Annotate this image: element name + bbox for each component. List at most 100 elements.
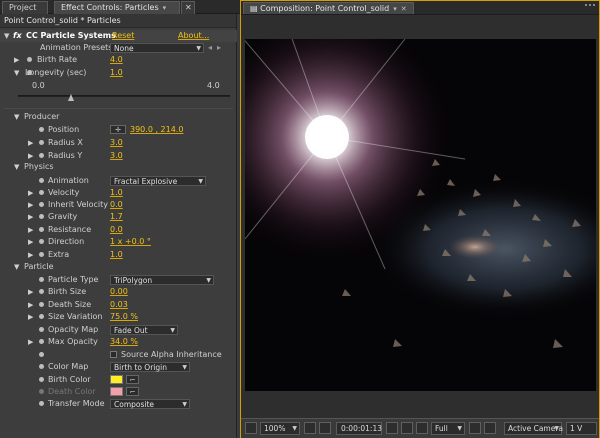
close-icon[interactable]: ✕ xyxy=(181,1,195,14)
longevity-slider[interactable] xyxy=(18,95,230,97)
transfer-mode-dropdown[interactable]: Composite ▼ xyxy=(110,399,190,409)
crosshair-icon[interactable]: ✛ xyxy=(110,125,126,134)
longevity-value[interactable]: 1.0 xyxy=(110,67,123,79)
stopwatch-icon[interactable] xyxy=(39,140,44,145)
expand-triangle-icon[interactable]: ▶ xyxy=(28,199,33,211)
fx-icon[interactable]: fx xyxy=(13,30,22,42)
expand-triangle-icon[interactable]: ▶ xyxy=(28,211,33,223)
show-snapshot-icon[interactable] xyxy=(401,422,413,434)
timecode-field[interactable]: 0:00:01:13 xyxy=(336,422,382,435)
safe-zones-icon[interactable] xyxy=(304,422,316,434)
color-map-dropdown[interactable]: Birth to Origin ▼ xyxy=(110,362,190,372)
composition-viewer[interactable] xyxy=(245,39,596,391)
stopwatch-icon[interactable] xyxy=(39,389,44,394)
reset-link[interactable]: Reset xyxy=(112,30,134,42)
expand-triangle-icon[interactable]: ▶ xyxy=(28,299,33,311)
expand-triangle-icon[interactable]: ▶ xyxy=(28,286,33,298)
tab-menu-icon[interactable]: ▾ xyxy=(163,2,167,14)
size-variation-value[interactable]: 75.0 % xyxy=(110,311,138,323)
always-preview-icon[interactable] xyxy=(245,422,257,434)
stopwatch-icon[interactable] xyxy=(39,289,44,294)
inherit-velocity-value[interactable]: 0.0 xyxy=(110,199,123,211)
stopwatch-icon[interactable] xyxy=(39,178,44,183)
tab-project[interactable]: Project xyxy=(2,1,48,14)
collapse-triangle-icon[interactable]: ▼ xyxy=(14,111,19,123)
stopwatch-icon[interactable] xyxy=(39,277,44,282)
eyedropper-icon[interactable]: ⌐ xyxy=(126,375,139,384)
birth-rate-value[interactable]: 4.0 xyxy=(110,54,123,66)
expand-triangle-icon[interactable]: ▶ xyxy=(28,336,33,348)
direction-value[interactable]: 1 x +0.0 ° xyxy=(110,236,151,248)
tab-menu-icon[interactable]: ▾ xyxy=(393,4,397,15)
lock-icon[interactable]: ▤ xyxy=(250,4,258,13)
region-of-interest-icon[interactable] xyxy=(469,422,481,434)
stopwatch-icon[interactable] xyxy=(39,302,44,307)
stopwatch-icon[interactable] xyxy=(39,352,44,357)
death-size-value[interactable]: 0.03 xyxy=(110,299,128,311)
producer-label: Producer xyxy=(24,112,60,121)
collapse-triangle-icon[interactable]: ▼ xyxy=(14,67,19,79)
velocity-value[interactable]: 1.0 xyxy=(110,187,123,199)
color-channels-icon[interactable] xyxy=(416,422,428,434)
stopwatch-icon[interactable] xyxy=(39,202,44,207)
particle-type-dropdown[interactable]: TriPolygon ▼ xyxy=(110,275,214,285)
prev-preset-icon[interactable]: ◂ xyxy=(208,42,212,54)
expand-triangle-icon[interactable]: ▶ xyxy=(28,249,33,261)
stopwatch-icon[interactable] xyxy=(39,214,44,219)
camera-icon[interactable] xyxy=(386,422,398,434)
next-preset-icon[interactable]: ▸ xyxy=(217,42,221,54)
expand-triangle-icon[interactable]: ▶ xyxy=(28,311,33,323)
presets-dropdown[interactable]: None ▼ xyxy=(110,43,204,53)
stopwatch-icon[interactable] xyxy=(39,377,44,382)
position-value[interactable]: 390.0 , 214.0 xyxy=(130,124,183,136)
stopwatch-icon[interactable] xyxy=(39,339,44,344)
stopwatch-icon[interactable] xyxy=(27,57,32,62)
stopwatch-icon[interactable] xyxy=(39,327,44,332)
birth-color-swatch[interactable] xyxy=(110,375,123,384)
expand-triangle-icon[interactable]: ▶ xyxy=(28,137,33,149)
eyedropper-icon[interactable]: ⌐ xyxy=(126,387,139,396)
resistance-value[interactable]: 0.0 xyxy=(110,224,123,236)
stopwatch-icon[interactable] xyxy=(39,401,44,406)
longevity-row: ▼ Longevity (sec) 1.0 xyxy=(0,67,237,79)
collapse-triangle-icon[interactable]: ▼ xyxy=(14,261,19,273)
panel-grip-icon[interactable] xyxy=(585,4,595,10)
animation-dropdown[interactable]: Fractal Explosive ▼ xyxy=(110,176,206,186)
max-opacity-value[interactable]: 34.0 % xyxy=(110,336,138,348)
stopwatch-icon[interactable] xyxy=(39,153,44,158)
zoom-dropdown[interactable]: 100% ▼ xyxy=(260,422,300,435)
about-link[interactable]: About... xyxy=(178,30,209,42)
stopwatch-icon[interactable] xyxy=(39,127,44,132)
stopwatch-icon[interactable] xyxy=(39,190,44,195)
opacity-map-dropdown[interactable]: Fade Out ▼ xyxy=(110,325,178,335)
stopwatch-icon[interactable] xyxy=(39,227,44,232)
transparency-grid-icon[interactable] xyxy=(484,422,496,434)
gravity-value[interactable]: 1.7 xyxy=(110,211,123,223)
stopwatch-icon[interactable] xyxy=(39,239,44,244)
radius-x-value[interactable]: 3.0 xyxy=(110,137,123,149)
camera-dropdown[interactable]: Active Camera ▼ xyxy=(504,422,563,435)
resolution-dropdown[interactable]: Full ▼ xyxy=(431,422,465,435)
close-icon[interactable]: ✕ xyxy=(401,4,407,15)
composition-tab-bar: ▤ Composition: Point Control_solid ▾ ✕ xyxy=(241,1,599,15)
tab-composition[interactable]: ▤ Composition: Point Control_solid ▾ ✕ xyxy=(243,2,414,14)
source-alpha-checkbox[interactable] xyxy=(110,351,117,358)
stopwatch-icon[interactable] xyxy=(39,252,44,257)
expand-triangle-icon[interactable]: ▶ xyxy=(14,54,19,66)
views-dropdown[interactable]: 1 V xyxy=(566,422,597,435)
divider xyxy=(4,108,233,109)
collapse-triangle-icon[interactable]: ▼ xyxy=(14,161,19,173)
death-color-swatch[interactable] xyxy=(110,387,123,396)
extra-value[interactable]: 1.0 xyxy=(110,249,123,261)
stopwatch-icon[interactable] xyxy=(39,314,44,319)
snapshot-icon[interactable] xyxy=(319,422,331,434)
collapse-triangle-icon[interactable]: ▼ xyxy=(4,30,9,42)
stopwatch-icon[interactable] xyxy=(39,364,44,369)
composition-panel: ▤ Composition: Point Control_solid ▾ ✕ 1… xyxy=(240,0,600,438)
expand-triangle-icon[interactable]: ▶ xyxy=(28,187,33,199)
birth-size-value[interactable]: 0.00 xyxy=(110,286,128,298)
tab-effect-controls[interactable]: Effect Controls: Particles ▾ xyxy=(54,1,180,14)
expand-triangle-icon[interactable]: ▶ xyxy=(28,224,33,236)
expand-triangle-icon[interactable]: ▶ xyxy=(28,236,33,248)
birth-size-label: Birth Size xyxy=(48,287,87,296)
